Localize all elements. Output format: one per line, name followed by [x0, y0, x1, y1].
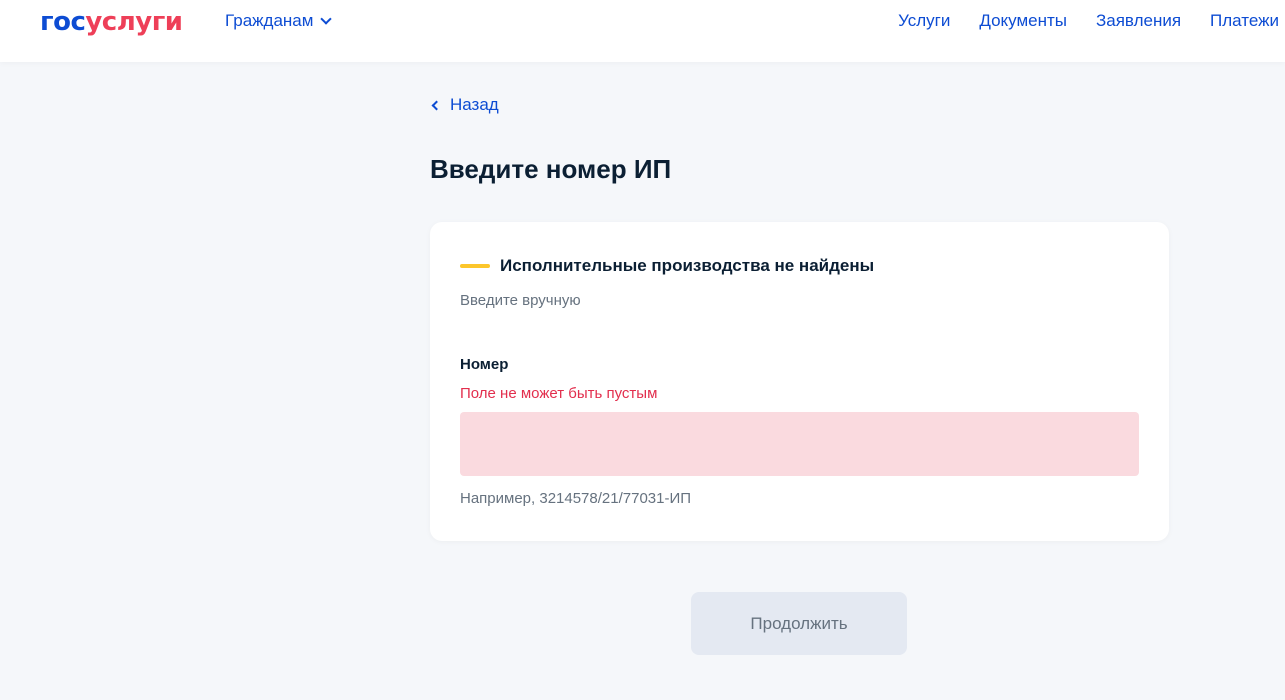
logo-part-uslugi: услуги: [85, 7, 183, 37]
continue-button[interactable]: Продолжить: [691, 592, 907, 655]
nav-item-payments[interactable]: Платежи: [1210, 11, 1279, 31]
alert-title: Исполнительные производства не найдены: [500, 256, 875, 275]
number-field-label: Номер: [460, 356, 509, 373]
nav-item-services[interactable]: Услуги: [898, 11, 950, 31]
number-field-hint: Например, 3214578/21/77031-ИП: [460, 490, 692, 507]
main-nav: Услуги Документы Заявления Платежи: [898, 11, 1279, 31]
logo-part-gos: гос: [40, 7, 86, 37]
chevron-down-icon: [320, 12, 333, 25]
alert-subtitle: Введите вручную: [460, 292, 581, 309]
nav-item-applications[interactable]: Заявления: [1096, 11, 1181, 31]
warning-bar-icon: [460, 264, 490, 268]
top-header: госуслуги Гражданам Услуги Документы Зая…: [0, 0, 1285, 62]
audience-menu[interactable]: Гражданам: [225, 11, 333, 31]
nav-item-documents[interactable]: Документы: [979, 11, 1067, 31]
warning-alert: Исполнительные производства не найдены: [460, 256, 874, 276]
gosuslugi-logo[interactable]: госуслуги: [40, 6, 183, 38]
back-link-label: Назад: [450, 95, 499, 114]
page-title: Введите номер ИП: [430, 154, 672, 184]
audience-menu-label: Гражданам: [225, 11, 314, 30]
back-link[interactable]: Назад: [430, 95, 499, 115]
form-card: Исполнительные производства не найдены В…: [430, 222, 1169, 541]
number-field-error: Поле не может быть пустым: [460, 385, 658, 402]
chevron-left-icon: [431, 100, 442, 110]
number-input[interactable]: [460, 412, 1139, 476]
